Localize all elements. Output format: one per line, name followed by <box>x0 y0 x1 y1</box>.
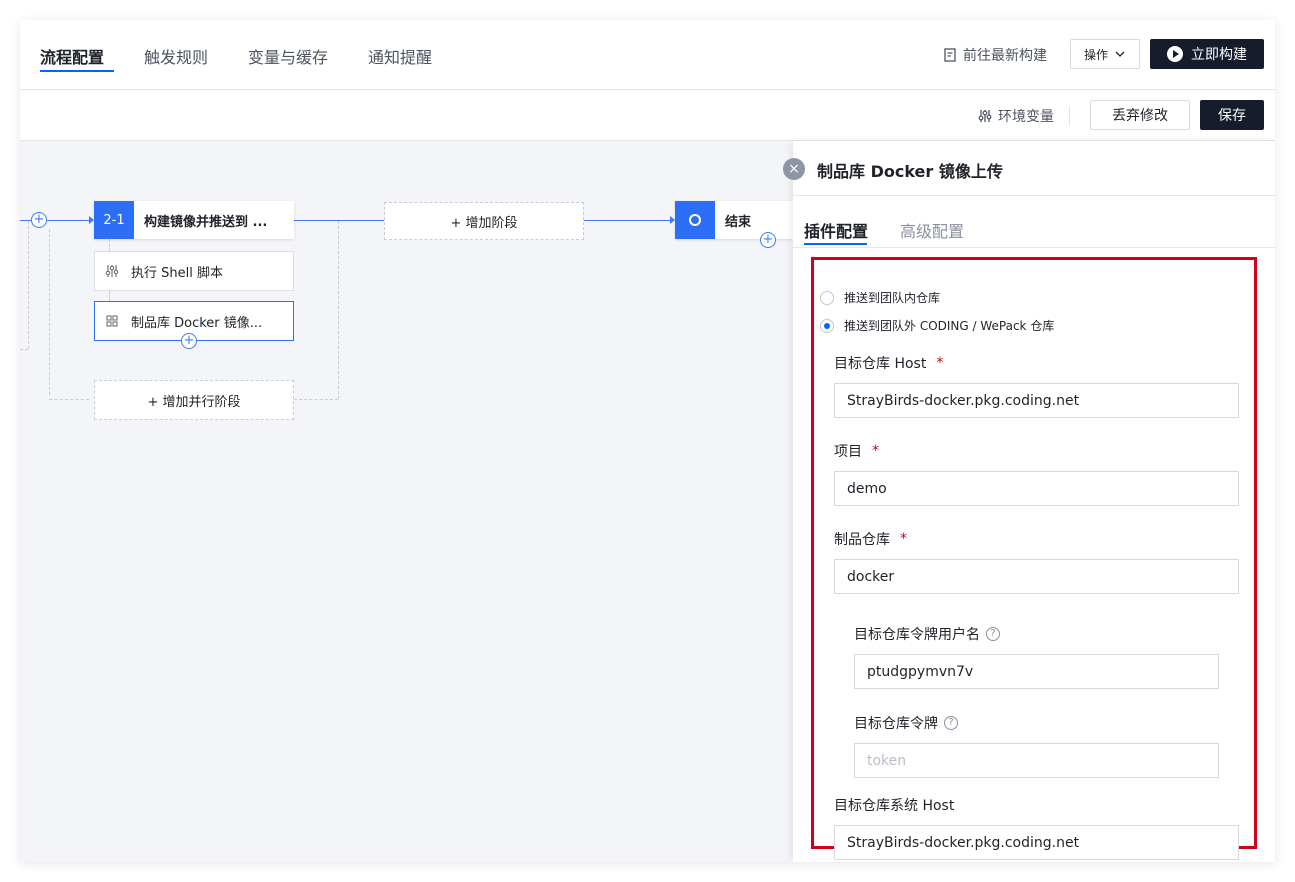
label-text: 项目 <box>834 444 862 460</box>
operations-label: 操作 <box>1083 47 1108 62</box>
plugin-config-panel: 制品库 Docker 镜像上传 插件配置 高级配置 推送到团队内仓库 推送到团队… <box>793 141 1275 862</box>
add-parallel-stage-button[interactable]: + 增加并行阶段 <box>94 380 294 420</box>
target-host-input[interactable] <box>834 383 1239 418</box>
operations-dropdown[interactable]: 操作 <box>1070 39 1140 69</box>
active-tab-underline <box>40 70 114 72</box>
tab-trigger-rules[interactable]: 触发规则 <box>144 44 208 68</box>
step-shell-script[interactable]: 执行 Shell 脚本 <box>94 251 294 291</box>
tab-variables-cache[interactable]: 变量与缓存 <box>248 44 328 68</box>
divider <box>793 247 1275 248</box>
system-host-input[interactable] <box>834 825 1239 860</box>
panel-title: 制品库 Docker 镜像上传 <box>817 162 1003 181</box>
add-after-end-button[interactable]: + <box>760 232 776 248</box>
env-variables-button[interactable]: 环境变量 <box>978 106 1054 126</box>
step-label: 执行 Shell 脚本 <box>131 265 223 281</box>
discard-changes-button[interactable]: 丢弃修改 <box>1090 100 1190 130</box>
end-node[interactable]: 结束 <box>675 201 793 239</box>
tab-plugin-config[interactable]: 插件配置 <box>804 218 868 242</box>
field-label-repo: 制品仓库 * <box>834 529 907 549</box>
label-text: 目标仓库 Host <box>834 356 927 372</box>
flow-line <box>584 220 670 221</box>
required-mark: * <box>900 531 907 547</box>
end-badge <box>675 201 715 239</box>
flow-line <box>47 220 89 221</box>
tab-notifications[interactable]: 通知提醒 <box>368 44 432 68</box>
dashed-connector <box>20 349 28 350</box>
stage-badge: 2-1 <box>94 201 134 239</box>
radio-label: 推送到团队内仓库 <box>844 291 941 305</box>
label-text: 目标仓库系统 Host <box>834 798 955 814</box>
close-panel-button[interactable]: × <box>783 158 805 180</box>
add-step-button[interactable]: + <box>181 333 197 349</box>
toolbar-divider <box>1069 106 1070 126</box>
project-input[interactable] <box>834 471 1239 506</box>
play-icon <box>1167 46 1183 62</box>
field-label-system-host: 目标仓库系统 Host <box>834 795 954 815</box>
field-label-project: 项目 * <box>834 441 879 461</box>
chevron-down-icon <box>1115 51 1125 57</box>
divider <box>793 195 1275 196</box>
add-stage-button[interactable]: + 增加阶段 <box>384 202 584 240</box>
field-label-token-user: 目标仓库令牌用户名 ? <box>854 624 1000 644</box>
latest-build-label: 前往最新构建 <box>963 48 1047 64</box>
tab-pipeline-config[interactable]: 流程配置 <box>40 44 104 68</box>
help-icon[interactable]: ? <box>944 716 958 730</box>
latest-build-link[interactable]: 前往最新构建 <box>943 45 1047 65</box>
flow-line <box>294 220 384 221</box>
dashed-connector <box>28 221 29 349</box>
flow-line <box>20 220 31 221</box>
radio-label: 推送到团队外 CODING / WePack 仓库 <box>844 319 1055 333</box>
build-now-button[interactable]: 立即构建 <box>1150 39 1264 69</box>
grid-icon <box>106 315 118 327</box>
editor-toolbar: 环境变量 丢弃修改 保存 <box>20 90 1275 141</box>
app-window: 流程配置 触发规则 变量与缓存 通知提醒 前往最新构建 操作 立即构建 环境变量… <box>20 20 1275 862</box>
end-title: 结束 <box>725 214 752 230</box>
label-text: 目标仓库令牌用户名 <box>854 627 980 643</box>
radio-button <box>820 318 834 333</box>
token-user-input[interactable] <box>854 654 1219 689</box>
stage-title: 构建镜像并推送到 ... <box>144 214 268 230</box>
required-mark: * <box>872 443 879 459</box>
add-before-stage-button[interactable]: + <box>31 212 47 228</box>
step-label: 制品库 Docker 镜像... <box>131 315 263 331</box>
stage-node[interactable]: 2-1 构建镜像并推送到 ... <box>94 201 294 239</box>
sliders-icon <box>978 110 992 122</box>
dashed-connector <box>338 221 339 399</box>
top-header: 流程配置 触发规则 变量与缓存 通知提醒 前往最新构建 操作 立即构建 <box>20 20 1275 90</box>
label-text: 目标仓库令牌 <box>854 716 938 732</box>
field-label-token: 目标仓库令牌 ? <box>854 713 958 733</box>
help-icon[interactable]: ? <box>986 627 1000 641</box>
token-input[interactable] <box>854 743 1219 778</box>
required-mark: * <box>936 355 944 371</box>
step-connector <box>109 291 110 301</box>
label-text: 制品仓库 <box>834 532 890 548</box>
sliders-icon <box>105 265 119 277</box>
dashed-connector <box>294 399 338 400</box>
build-now-label: 立即构建 <box>1191 47 1247 63</box>
save-button[interactable]: 保存 <box>1200 100 1264 130</box>
repo-input[interactable] <box>834 559 1239 594</box>
dashed-connector <box>49 399 89 400</box>
circle-icon <box>689 214 701 226</box>
radio-internal-repo[interactable]: 推送到团队内仓库 <box>820 289 940 306</box>
step-connector <box>109 239 110 251</box>
active-tab-underline <box>804 243 867 245</box>
document-icon <box>944 48 956 62</box>
env-variables-label: 环境变量 <box>998 109 1054 125</box>
pipeline-canvas[interactable]: + 2-1 构建镜像并推送到 ... 执行 Shell 脚本 制品库 Docke… <box>20 141 793 862</box>
dashed-connector <box>49 229 50 395</box>
radio-external-repo[interactable]: 推送到团队外 CODING / WePack 仓库 <box>820 317 1054 334</box>
field-label-target-host: 目标仓库 Host * <box>834 353 943 373</box>
tab-advanced-config[interactable]: 高级配置 <box>900 218 964 242</box>
radio-button <box>820 290 834 305</box>
